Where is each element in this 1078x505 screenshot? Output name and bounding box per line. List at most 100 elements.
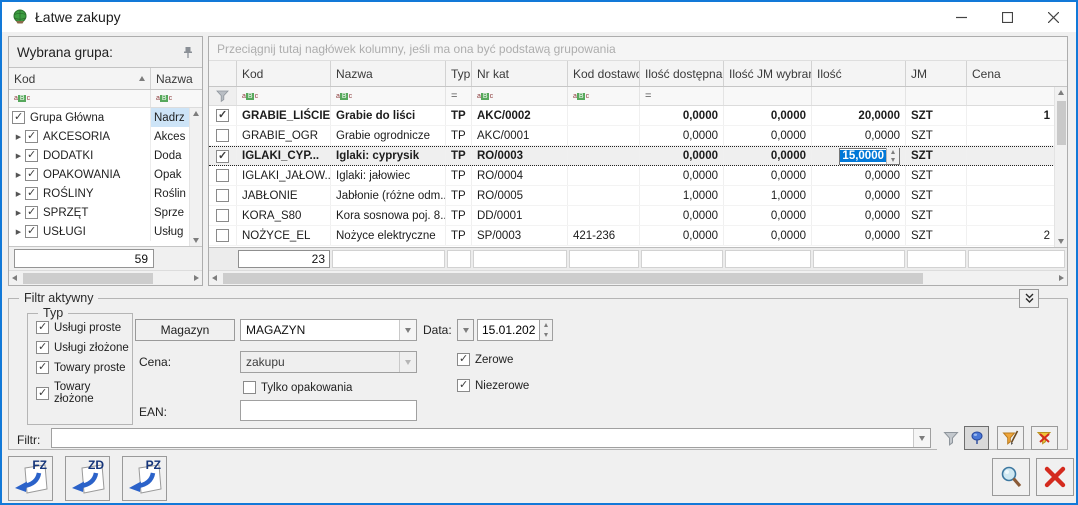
close-window-button[interactable] bbox=[1030, 2, 1076, 32]
cena-select[interactable]: zakupu bbox=[240, 351, 417, 373]
filter-funnel-icon[interactable] bbox=[209, 87, 237, 105]
checkbox[interactable] bbox=[216, 150, 229, 163]
table-row[interactable]: KORA_S80 Kora sosnowa poj. 8... TP DD/00… bbox=[209, 206, 1067, 226]
checkbox[interactable] bbox=[457, 379, 470, 392]
grid-vertical-scrollbar[interactable] bbox=[1054, 87, 1067, 247]
checkbox[interactable] bbox=[25, 225, 38, 238]
fz-button[interactable]: FZ bbox=[8, 456, 53, 501]
checkbox[interactable] bbox=[25, 130, 38, 143]
expand-arrow-icon[interactable]: ▶ bbox=[12, 133, 25, 141]
magazyn-select[interactable]: MAGAZYN bbox=[240, 319, 417, 341]
header-jm[interactable]: JM bbox=[906, 61, 967, 86]
tree-column-kod[interactable]: Kod bbox=[9, 68, 151, 89]
chevron-down-icon[interactable] bbox=[913, 429, 930, 447]
tree-row[interactable]: ▶OPAKOWANIA Opak bbox=[9, 165, 202, 184]
collapse-filter-button[interactable] bbox=[1019, 289, 1039, 308]
filter-nazwa[interactable]: aBc bbox=[331, 87, 446, 105]
tree-vertical-scrollbar[interactable] bbox=[189, 108, 202, 246]
header-ilosc-jm-wybrana[interactable]: Ilość JM wybrana bbox=[724, 61, 812, 86]
header-ilosc[interactable]: Ilość bbox=[812, 61, 906, 86]
filter-clear-button[interactable] bbox=[1031, 426, 1058, 450]
checkbox-niezerowe[interactable]: Niezerowe bbox=[457, 379, 529, 392]
checkbox[interactable] bbox=[216, 189, 229, 202]
checkbox[interactable] bbox=[216, 229, 229, 242]
header-nr-kat[interactable]: Nr kat bbox=[472, 61, 568, 86]
tree-row[interactable]: ▶SPRZĘT Sprze bbox=[9, 203, 202, 222]
checkbox-towary-zlozone[interactable]: Towary złożone bbox=[36, 381, 132, 405]
table-row[interactable]: GRABIE_OGR Grabie ogrodnicze TP AKC/0001… bbox=[209, 126, 1067, 146]
filter-ilosc-jm-wybrana[interactable] bbox=[724, 87, 812, 105]
table-row-selected[interactable]: IGLAKI_CYP... Iglaki: cyprysik TP RO/000… bbox=[209, 146, 1067, 166]
tree-row[interactable]: ▶ROŚLINY Roślin bbox=[9, 184, 202, 203]
grid-horizontal-scrollbar[interactable] bbox=[209, 270, 1067, 285]
ean-field[interactable] bbox=[240, 400, 417, 421]
pin-icon[interactable] bbox=[182, 46, 194, 59]
date-dropdown-button[interactable] bbox=[457, 319, 474, 341]
header-cena[interactable]: Cena bbox=[967, 61, 1067, 86]
tree-horizontal-scrollbar[interactable] bbox=[9, 270, 202, 285]
filter-typ[interactable]: = bbox=[446, 87, 472, 105]
checkbox[interactable] bbox=[36, 321, 49, 334]
filter-ilosc-dostepna[interactable]: = bbox=[640, 87, 724, 105]
expand-arrow-icon[interactable]: ▶ bbox=[12, 228, 25, 236]
checkbox[interactable] bbox=[25, 206, 38, 219]
checkbox-tylko-opakowania[interactable]: Tylko opakowania bbox=[243, 381, 352, 394]
group-by-hint[interactable]: Przeciągnij tutaj nagłówek kolumny, jeśl… bbox=[209, 37, 1067, 61]
expand-arrow-icon[interactable]: ▶ bbox=[12, 190, 25, 198]
filtr-combo[interactable] bbox=[51, 428, 931, 448]
table-row[interactable]: GRABIE_LIŚCIE Grabie do liści TP AKC/000… bbox=[209, 106, 1067, 126]
expand-arrow-icon[interactable]: ▶ bbox=[12, 152, 25, 160]
search-button[interactable] bbox=[992, 458, 1030, 496]
quantity-value[interactable]: 15,0000 bbox=[840, 150, 886, 162]
checkbox[interactable] bbox=[457, 353, 470, 366]
checkbox-uslugi-proste[interactable]: Usługi proste bbox=[36, 321, 132, 334]
checkbox[interactable] bbox=[216, 169, 229, 182]
tree-filter-nazwa[interactable]: aBc bbox=[151, 90, 202, 107]
tree-filter-kod[interactable]: aBc bbox=[9, 90, 151, 107]
filter-nr-kat[interactable]: aBc bbox=[472, 87, 568, 105]
filter-ilosc[interactable] bbox=[812, 87, 906, 105]
checkbox[interactable] bbox=[36, 341, 49, 354]
filter-cena[interactable] bbox=[967, 87, 1067, 105]
filter-jm[interactable] bbox=[906, 87, 967, 105]
filter-funnel-button[interactable] bbox=[937, 426, 964, 450]
checkbox[interactable] bbox=[216, 109, 229, 122]
checkbox[interactable] bbox=[12, 111, 25, 124]
checkbox-zerowe[interactable]: Zerowe bbox=[457, 353, 513, 366]
checkbox-uslugi-zlozone[interactable]: Usługi złożone bbox=[36, 341, 132, 354]
quantity-stepper[interactable] bbox=[886, 148, 899, 164]
tree-row[interactable]: ▶AKCESORIA Akces bbox=[9, 127, 202, 146]
header-nazwa[interactable]: Nazwa bbox=[331, 61, 446, 86]
maximize-button[interactable] bbox=[984, 2, 1030, 32]
close-button[interactable] bbox=[1036, 458, 1074, 496]
checkbox[interactable] bbox=[25, 168, 38, 181]
expand-arrow-icon[interactable]: ▶ bbox=[12, 171, 25, 179]
zd-button[interactable]: ZD bbox=[65, 456, 110, 501]
pz-button[interactable]: PZ bbox=[122, 456, 167, 501]
date-stepper[interactable] bbox=[539, 319, 553, 341]
expand-arrow-icon[interactable]: ▶ bbox=[12, 209, 25, 217]
date-field[interactable] bbox=[477, 319, 553, 341]
header-typ[interactable]: Typ bbox=[446, 61, 472, 86]
filter-pin-button[interactable] bbox=[964, 426, 989, 450]
tree-column-nazwa[interactable]: Nazwa bbox=[151, 68, 202, 89]
header-kod-dostawcy[interactable]: Kod dostawcy bbox=[568, 61, 640, 86]
checkbox-towary-proste[interactable]: Towary proste bbox=[36, 361, 132, 374]
checkbox[interactable] bbox=[216, 209, 229, 222]
date-input[interactable] bbox=[477, 319, 539, 341]
table-row[interactable]: NOŻYCE_EL Nożyce elektryczne TP SP/0003 … bbox=[209, 226, 1067, 246]
chevron-down-icon[interactable] bbox=[399, 320, 416, 340]
tree-row[interactable]: ▶DODATKI Doda bbox=[9, 146, 202, 165]
tree-row[interactable]: ▶USŁUGI Usług bbox=[9, 222, 202, 241]
filter-edit-button[interactable] bbox=[997, 426, 1024, 450]
tree-row[interactable]: Grupa Główna Nadrz bbox=[9, 108, 202, 127]
minimize-button[interactable] bbox=[938, 2, 984, 32]
checkbox[interactable] bbox=[36, 361, 49, 374]
checkbox[interactable] bbox=[243, 381, 256, 394]
filter-kod[interactable]: aBc bbox=[237, 87, 331, 105]
checkbox[interactable] bbox=[25, 187, 38, 200]
checkbox[interactable] bbox=[25, 149, 38, 162]
quantity-editor[interactable]: 15,0000 bbox=[839, 148, 900, 165]
magazyn-button[interactable]: Magazyn bbox=[135, 319, 235, 341]
header-kod[interactable]: Kod bbox=[237, 61, 331, 86]
